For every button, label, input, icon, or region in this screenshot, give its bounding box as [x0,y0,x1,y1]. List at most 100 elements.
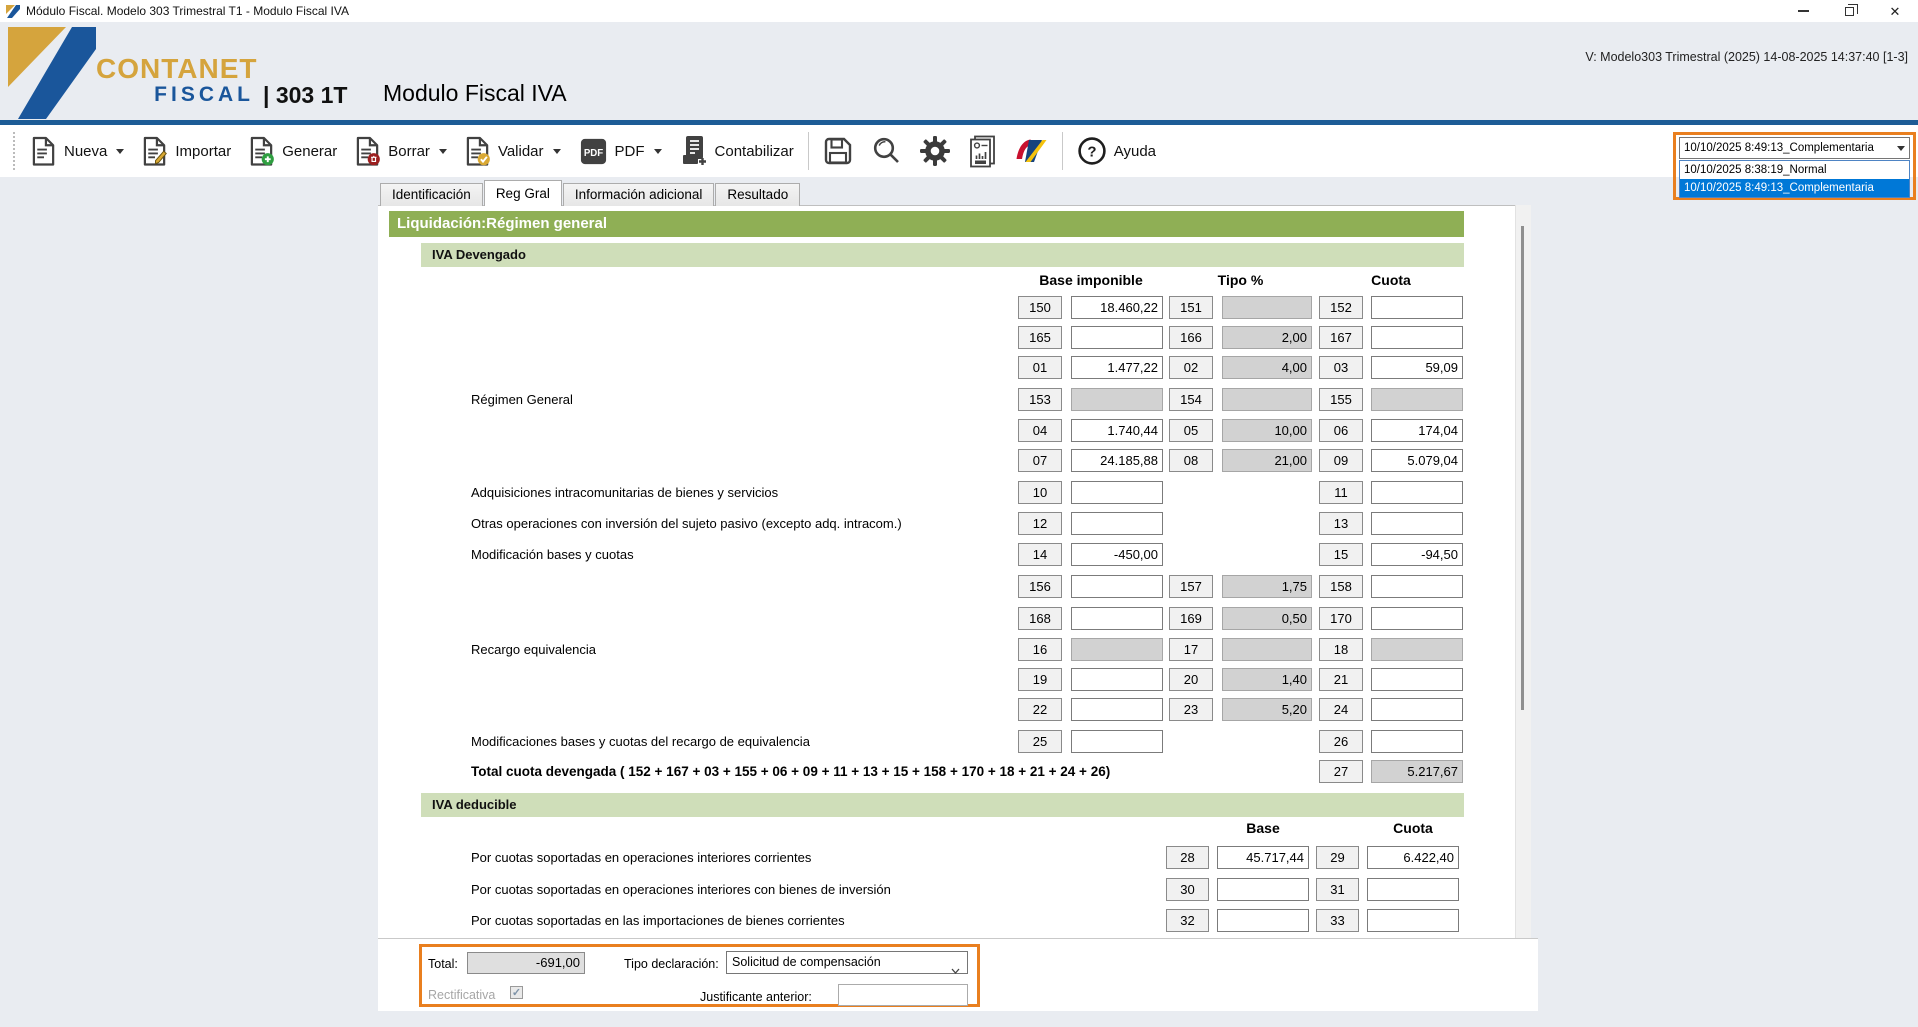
field-value-11[interactable] [1371,481,1463,504]
field-value-158[interactable] [1371,575,1463,598]
toolbar-borrar-button[interactable]: Borrar [346,132,456,171]
field-code-23[interactable]: 23 [1169,698,1213,721]
field-code-15[interactable]: 15 [1319,543,1363,566]
field-value-150[interactable]: 18.460,22 [1071,296,1163,319]
field-code-19[interactable]: 19 [1018,668,1062,691]
tab-informacion-adicional[interactable]: Información adicional [563,183,715,206]
restore-button[interactable] [1826,0,1872,22]
field-code-11[interactable]: 11 [1319,481,1363,504]
field-code-21[interactable]: 21 [1319,668,1363,691]
tipo-declaracion-combo[interactable]: Solicitud de compensación [726,951,968,974]
field-value-152[interactable] [1371,296,1463,319]
field-code-20[interactable]: 20 [1169,668,1213,691]
toolbar-pdf-button[interactable]: PDFPDF [570,133,671,170]
field-code-30[interactable]: 30 [1166,878,1209,901]
field-code-02[interactable]: 02 [1169,356,1213,379]
field-code-166[interactable]: 166 [1169,326,1213,349]
field-value-06[interactable]: 174,04 [1371,419,1463,442]
field-code-169[interactable]: 169 [1169,607,1213,630]
field-code-150[interactable]: 150 [1018,296,1062,319]
field-code-12[interactable]: 12 [1018,512,1062,535]
field-code-27[interactable]: 27 [1319,760,1363,783]
field-value-168[interactable] [1071,607,1163,630]
field-value-165[interactable] [1071,326,1163,349]
field-code-167[interactable]: 167 [1319,326,1363,349]
field-code-04[interactable]: 04 [1018,419,1062,442]
tab-resultado[interactable]: Resultado [715,183,800,206]
field-code-18[interactable]: 18 [1319,638,1363,661]
toolbar-aeat-button[interactable] [1005,132,1057,170]
field-value-14[interactable]: -450,00 [1071,543,1163,566]
field-code-151[interactable]: 151 [1169,296,1213,319]
field-code-07[interactable]: 07 [1018,449,1062,472]
field-code-28[interactable]: 28 [1166,846,1209,869]
field-value-15[interactable]: -94,50 [1371,543,1463,566]
toolbar-importar-button[interactable]: Importar [133,132,240,171]
field-value-09[interactable]: 5.079,04 [1371,449,1463,472]
field-code-13[interactable]: 13 [1319,512,1363,535]
field-code-154[interactable]: 154 [1169,388,1213,411]
field-value-167[interactable] [1371,326,1463,349]
field-value-29[interactable]: 6.422,40 [1367,846,1459,869]
toolbar-contabilizar-button[interactable]: Contabilizar [671,131,803,172]
minimize-button[interactable] [1780,0,1826,22]
field-code-25[interactable]: 25 [1018,730,1062,753]
scrollbar-thumb[interactable] [1521,226,1524,710]
field-code-165[interactable]: 165 [1018,326,1062,349]
field-value-156[interactable] [1071,575,1163,598]
field-code-16[interactable]: 16 [1018,638,1062,661]
field-code-08[interactable]: 08 [1169,449,1213,472]
field-code-153[interactable]: 153 [1018,388,1062,411]
field-code-26[interactable]: 26 [1319,730,1363,753]
field-value-25[interactable] [1071,730,1163,753]
field-value-33[interactable] [1367,909,1459,932]
declaration-option-1[interactable]: 10/10/2025 8:49:13_Complementaria [1680,179,1909,197]
field-value-10[interactable] [1071,481,1163,504]
field-value-24[interactable] [1371,698,1463,721]
field-value-19[interactable] [1071,668,1163,691]
toolbar-ayuda-button[interactable]: ?Ayuda [1068,132,1165,170]
field-code-01[interactable]: 01 [1018,356,1062,379]
field-code-05[interactable]: 05 [1169,419,1213,442]
close-button[interactable]: ✕ [1872,0,1918,22]
justificante-anterior-field[interactable] [838,984,968,1006]
field-value-30[interactable] [1217,878,1309,901]
toolbar-buscar-button[interactable] [862,132,910,170]
field-code-10[interactable]: 10 [1018,481,1062,504]
field-value-12[interactable] [1071,512,1163,535]
field-code-22[interactable]: 22 [1018,698,1062,721]
field-value-13[interactable] [1371,512,1463,535]
field-code-158[interactable]: 158 [1319,575,1363,598]
field-code-06[interactable]: 06 [1319,419,1363,442]
field-code-24[interactable]: 24 [1319,698,1363,721]
field-code-09[interactable]: 09 [1319,449,1363,472]
field-code-03[interactable]: 03 [1319,356,1363,379]
declaration-combo[interactable]: 10/10/2025 8:49:13_Complementaria [1679,137,1910,159]
tab-reg-gral[interactable]: Reg Gral [484,180,562,206]
field-code-168[interactable]: 168 [1018,607,1062,630]
tab-identificacion[interactable]: Identificación [380,183,483,206]
field-value-07[interactable]: 24.185,88 [1071,449,1163,472]
field-code-155[interactable]: 155 [1319,388,1363,411]
field-code-31[interactable]: 31 [1316,878,1359,901]
field-value-01[interactable]: 1.477,22 [1071,356,1163,379]
toolbar-informe-button[interactable] [960,131,1005,172]
field-value-22[interactable] [1071,698,1163,721]
field-code-170[interactable]: 170 [1319,607,1363,630]
field-value-32[interactable] [1217,909,1309,932]
declaration-option-0[interactable]: 10/10/2025 8:38:19_Normal [1680,161,1909,179]
field-code-29[interactable]: 29 [1316,846,1359,869]
field-value-03[interactable]: 59,09 [1371,356,1463,379]
field-value-31[interactable] [1367,878,1459,901]
field-value-170[interactable] [1371,607,1463,630]
field-value-04[interactable]: 1.740,44 [1071,419,1163,442]
field-code-156[interactable]: 156 [1018,575,1062,598]
field-code-152[interactable]: 152 [1319,296,1363,319]
field-code-14[interactable]: 14 [1018,543,1062,566]
toolbar-validar-button[interactable]: Validar [456,132,570,171]
field-code-157[interactable]: 157 [1169,575,1213,598]
toolbar-configuracion-button[interactable] [910,131,960,171]
field-value-28[interactable]: 45.717,44 [1217,846,1309,869]
field-code-32[interactable]: 32 [1166,909,1209,932]
toolbar-generar-button[interactable]: Generar [240,132,346,171]
